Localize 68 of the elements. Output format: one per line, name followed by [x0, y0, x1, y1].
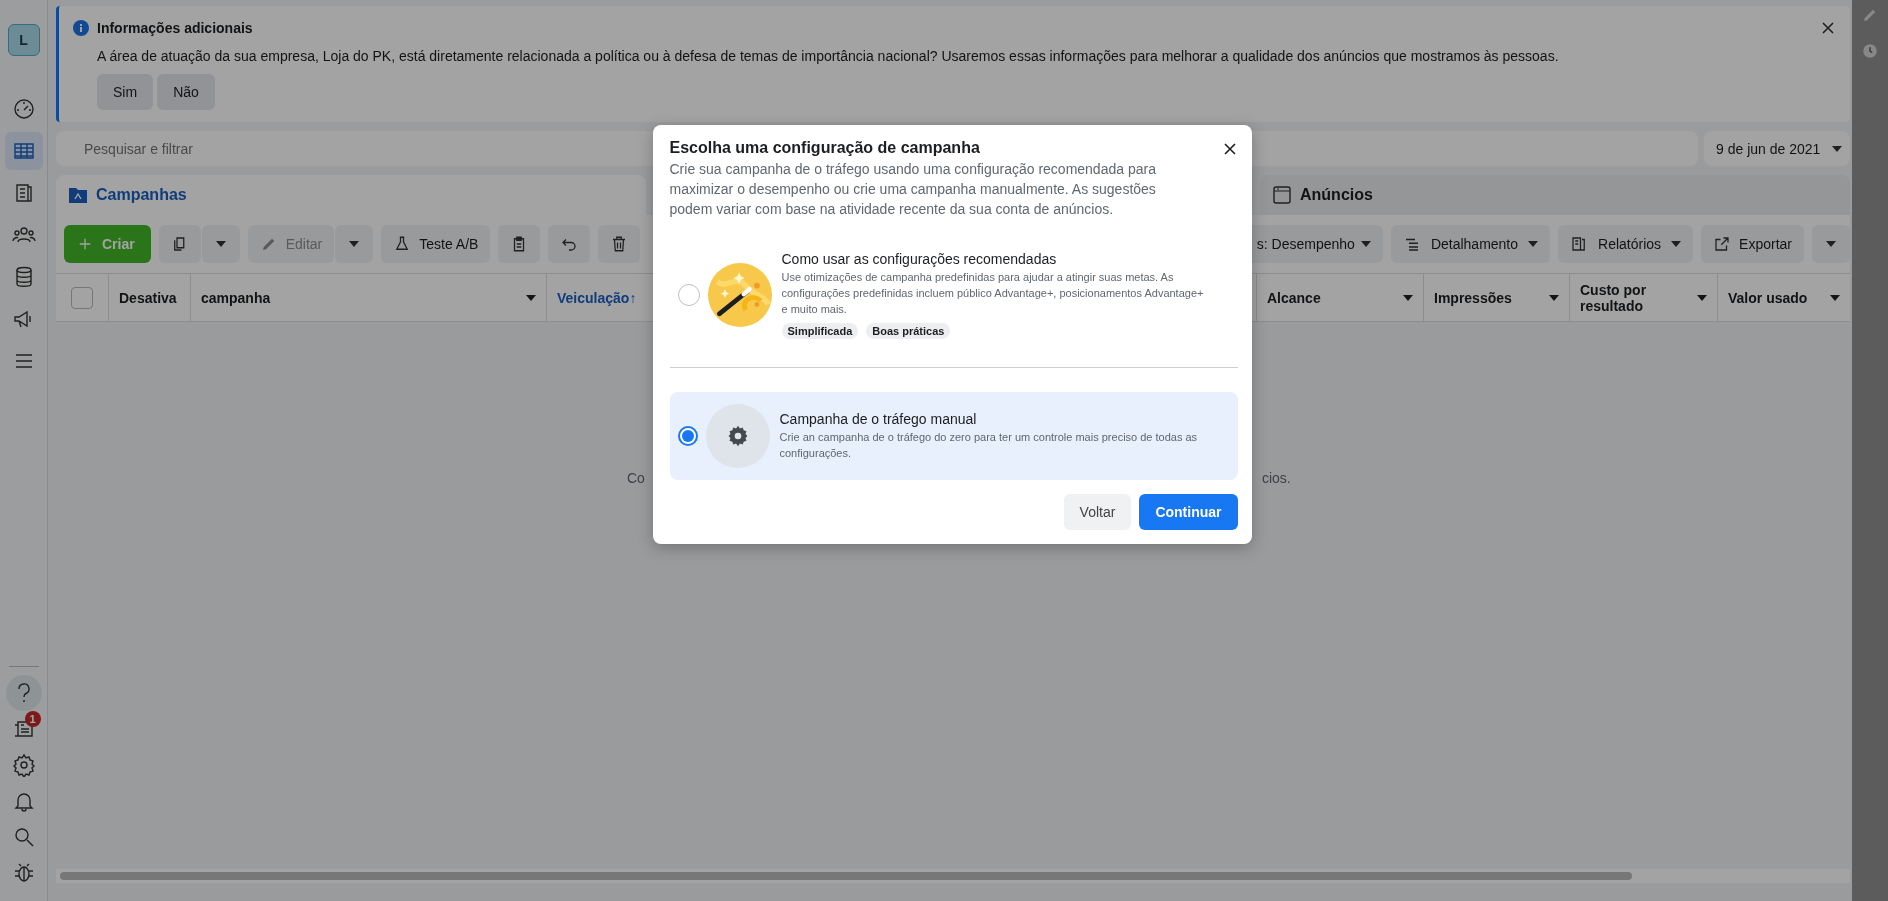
column-header[interactable]: Custo por resultado [1570, 274, 1718, 321]
gear-icon [705, 404, 770, 468]
option-description: Use otimizações de campanha predefinidas para ajudar a atingir suas metas. As configurações predefinidas incluem público Advantage+, posicionamentos Advantage+ e muito mais. [781, 270, 1205, 317]
option-title: Como usar as configurações recomendadas [781, 251, 1058, 267]
horizontal-scrollbar[interactable] [56, 869, 1850, 883]
option-title: Campanha de o tráfego manual [779, 411, 978, 427]
column-header[interactable]: Valor usado [1718, 274, 1850, 321]
dialog-title: Escolha uma configuração de campanha [669, 139, 980, 157]
radio-button[interactable] [677, 426, 698, 446]
gauge-icon [11, 97, 36, 121]
help-nav-item[interactable] [5, 675, 42, 711]
answer-button[interactable]: Sim [97, 74, 154, 110]
tag: Simplificada [781, 323, 859, 339]
caret-icon [1360, 241, 1371, 247]
empty-message: Co [627, 470, 645, 486]
column-header[interactable]: campanha [191, 274, 547, 321]
dropdown-button[interactable] [201, 225, 240, 263]
news-nav-item[interactable]: 1 [4, 711, 43, 747]
back-button[interactable]: Voltar [1063, 494, 1132, 530]
breakdown-button[interactable]: Detalhamento [1390, 225, 1551, 263]
magic-wand-drawing [707, 263, 772, 327]
caret-icon [1671, 241, 1682, 247]
notification-badge: 1 [24, 711, 41, 727]
close-icon[interactable] [1820, 20, 1836, 36]
continue-button[interactable]: Continuar [1139, 494, 1238, 530]
campaigns-tab[interactable]: Campanhas [56, 175, 646, 215]
undo-button[interactable] [548, 225, 591, 263]
caret-icon [1697, 294, 1707, 301]
reports-button[interactable]: Relatórios [1558, 225, 1694, 263]
more-dropdown-button[interactable] [1812, 225, 1850, 263]
caret-icon [1826, 241, 1836, 247]
clipboard-button[interactable] [498, 225, 541, 263]
account-avatar[interactable]: L [7, 24, 40, 56]
column-header[interactable]: Desativa [109, 274, 191, 321]
date-range-dropdown[interactable]: 9 de jun de 2021 [1704, 131, 1850, 166]
ads-tab[interactable]: Anúncios [1260, 175, 1850, 215]
window-icon [1272, 185, 1292, 205]
caret-icon [526, 294, 536, 301]
folder-icon [68, 185, 88, 205]
duplicate-button[interactable] [158, 225, 201, 263]
caret-icon [349, 241, 360, 247]
radio-button[interactable] [677, 284, 700, 306]
table-nav-item[interactable] [4, 132, 43, 170]
caret-icon [1830, 294, 1840, 301]
info-icon [73, 20, 89, 36]
tag: Boas práticas [866, 323, 951, 339]
clock-icon[interactable] [1861, 42, 1879, 60]
settings-icon [11, 753, 36, 777]
empty-message: cios. [1261, 470, 1291, 486]
setup-option[interactable]: Campanha de o tráfego manual Crie an campanha de o tráfego do zero para ter um controle mais preciso de todas as configurações. [669, 392, 1238, 480]
caret-icon [1403, 294, 1413, 301]
dialog-description: Crie sua campanha de o tráfego usando uma configuração recomendada para maximizar o desempenho ou crie uma campanha manualmente. As sugestões podem variar com base na atividade recente da sua conta de anúncios. [669, 160, 1157, 219]
delete-button[interactable] [598, 225, 641, 263]
close-icon[interactable] [1221, 141, 1238, 157]
banner-text: A área de atuação da sua empresa, Loja do PK, está diretamente relacionada a política ou à defesa de temas de importância nacional? Usaremos essas informações para melhorar a qualidade dos anúncios que mostramos às pessoas. [97, 48, 1560, 64]
answer-button[interactable]: Não [157, 74, 215, 110]
select-all-checkbox[interactable] [71, 286, 93, 309]
caret-icon [1832, 145, 1842, 152]
caret-icon [1528, 241, 1539, 247]
export-button[interactable]: Exportar [1701, 225, 1804, 263]
export-icon [1713, 235, 1732, 253]
abtest-button[interactable]: Teste A/B [381, 225, 491, 263]
caret-icon [215, 241, 226, 247]
column-header[interactable]: Impressões [1424, 274, 1570, 321]
banner-title: Informações adicionais [97, 20, 254, 36]
column-header[interactable]: Alcance [1257, 274, 1424, 321]
option-description: Crie an campanha de o tráfego do zero para ter um controle mais preciso de todas as configurações. [779, 430, 1199, 461]
caret-icon [1549, 294, 1559, 301]
